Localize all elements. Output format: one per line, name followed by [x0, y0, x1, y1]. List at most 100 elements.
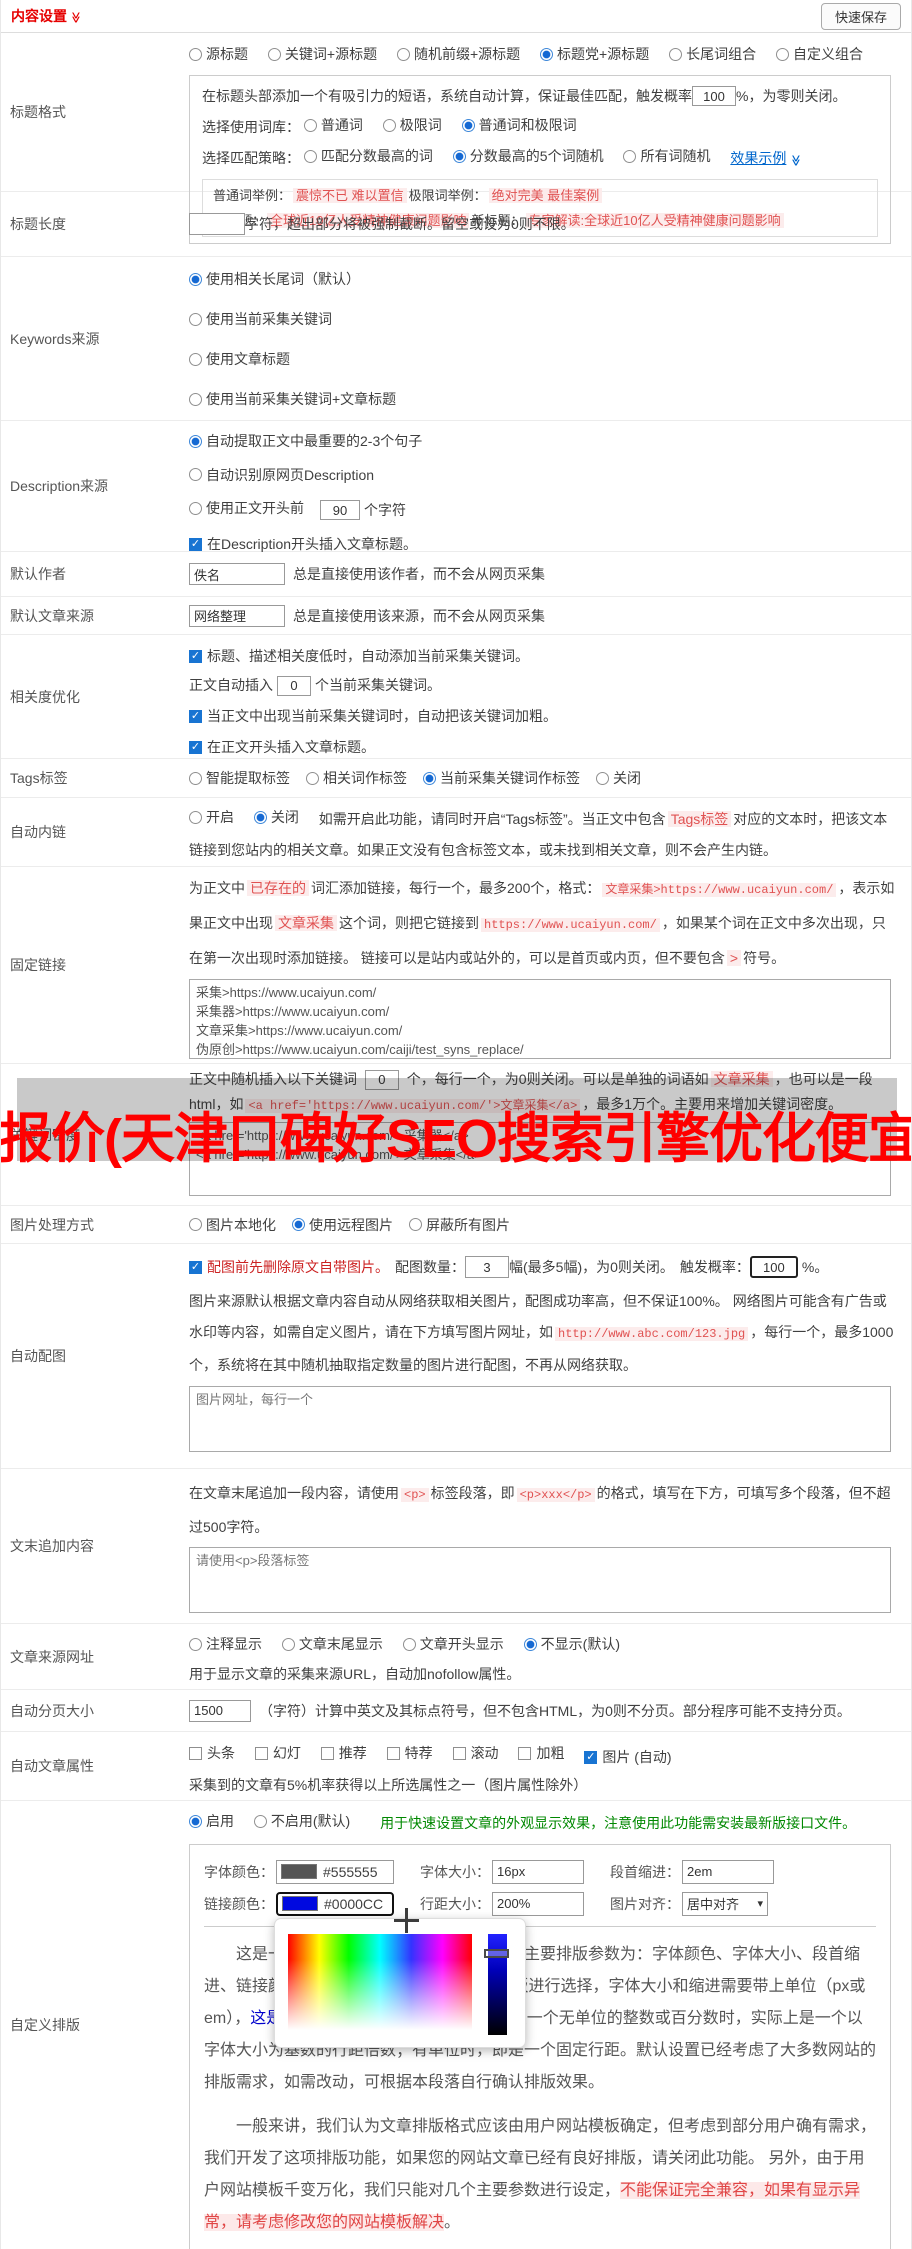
checkbox-recommend[interactable]: 推荐 [320, 1739, 367, 1767]
radio-first-chars[interactable]: 使用正文开头前 [189, 492, 304, 524]
checkbox-label: 图片 (自动) [602, 1749, 672, 1765]
checkbox-bold-keywords[interactable]: 当正文中出现当前采集关键词时，自动把该关键词加粗。 [189, 702, 557, 731]
radio-label: 启用 [206, 1813, 234, 1829]
radio-random-prefix-title[interactable]: 随机前缀+源标题 [396, 39, 520, 69]
radio-related-longtail[interactable]: 使用相关长尾词（默认） [189, 259, 881, 299]
link-color-label: 链接颜色： [204, 1895, 274, 1912]
append-content-textarea[interactable] [189, 1547, 891, 1613]
radio-no-display[interactable]: 不显示(默认) [523, 1630, 620, 1658]
radio-label: 不启用(默认) [270, 1813, 351, 1829]
chevron-down-icon: ≫ [789, 154, 802, 166]
color-picker-popup [274, 1907, 526, 2048]
image-count-input[interactable] [465, 1256, 509, 1278]
radio-innerlink-off[interactable]: 关闭 [253, 802, 299, 833]
checkbox-bold[interactable]: 加粗 [518, 1739, 564, 1767]
radio-keywords-plus-title[interactable]: 使用当前采集关键词+文章标题 [189, 379, 881, 419]
image-align-select[interactable]: 居中对齐 [682, 1891, 768, 1916]
keyword-density-textarea[interactable]: <a href='https://www.ucaiyun.com/'>采集器</… [189, 1122, 891, 1196]
radio-related-tags[interactable]: 相关词作标签 [306, 768, 407, 788]
radio-remote-images[interactable]: 使用远程图片 [292, 1215, 393, 1235]
radio-end-display[interactable]: 文章末尾显示 [281, 1630, 383, 1658]
probability-input[interactable] [692, 86, 736, 106]
radio-label: 文章开头显示 [419, 1636, 504, 1652]
radio-typography-off[interactable]: 不启用(默认) [253, 1808, 351, 1834]
radio-block-images[interactable]: 屏蔽所有图片 [409, 1215, 510, 1235]
radio-normal-and-extreme[interactable]: 普通词和极限词 [461, 111, 577, 140]
radio-localize-images[interactable]: 图片本地化 [189, 1215, 276, 1235]
radio-icon-selected [452, 149, 466, 163]
picker-crosshair-icon[interactable] [394, 1907, 419, 1933]
checkbox-delete-original-images[interactable]: 配图前先删除原文自带图片。 [189, 1254, 389, 1280]
checkbox-slideshow[interactable]: 幻灯 [254, 1739, 301, 1767]
checkbox-auto-add-keywords[interactable]: 标题、描述相关度低时，自动添加当前采集关键词。 [189, 642, 529, 671]
image-prob-suffix: %。 [801, 1259, 829, 1275]
radio-normal-words[interactable]: 普通词 [303, 111, 363, 140]
radio-tags-off[interactable]: 关闭 [596, 768, 641, 788]
row-label: Keywords来源 [10, 330, 100, 347]
radio-longtail-combo[interactable]: 长尾词组合 [669, 39, 756, 69]
density-count-input[interactable] [364, 1069, 399, 1090]
radio-label: 注释显示 [206, 1636, 262, 1652]
row-source-url: 文章来源网址 注释显示 文章末尾显示 文章开头显示 不显示(默认) 用于显示文章… [1, 1624, 911, 1690]
radio-icon [669, 47, 683, 61]
page-title[interactable]: 内容设置 ≫ [11, 6, 82, 26]
indent-input[interactable] [682, 1859, 774, 1884]
default-source-input[interactable] [189, 604, 285, 627]
checkbox-special[interactable]: 特荐 [386, 1739, 433, 1767]
radio-source-title[interactable]: 源标题 [189, 39, 248, 69]
radio-label: 标题党+源标题 [557, 46, 650, 62]
collapse-chevron-icon: ≫ [69, 11, 82, 24]
radio-start-display[interactable]: 文章开头显示 [402, 1630, 504, 1658]
row-label: 图片处理方式 [10, 1216, 94, 1233]
default-author-input[interactable] [189, 563, 285, 585]
radio-typography-on[interactable]: 启用 [189, 1808, 234, 1834]
radio-innerlink-on[interactable]: 开启 [189, 802, 234, 833]
radio-smart-tags[interactable]: 智能提取标签 [189, 768, 290, 788]
auto-image-textarea[interactable] [189, 1386, 891, 1452]
pagination-size-input[interactable] [189, 1699, 251, 1722]
radio-label: 文章末尾显示 [298, 1636, 383, 1652]
line-height-input[interactable] [492, 1891, 584, 1916]
radio-label: 使用当前采集关键词 [206, 311, 332, 327]
font-color-picker[interactable]: #555555 [276, 1859, 394, 1884]
radio-keyword-source-title[interactable]: 关键词+源标题 [267, 39, 377, 69]
checkbox-label-red: 配图前先删除原文自带图片。 [207, 1259, 389, 1275]
radio-original-description[interactable]: 自动识别原网页Description [189, 459, 374, 491]
checkbox-insert-title-body[interactable]: 在正文开头插入文章标题。 [189, 733, 375, 762]
link-color-picker-focused[interactable]: #0000CC [274, 1891, 526, 2048]
row-keywords-source: Keywords来源 使用相关长尾词（默认） 使用当前采集关键词 使用文章标题 … [1, 257, 911, 421]
title-length-input[interactable] [189, 213, 245, 235]
shade-slider[interactable] [484, 1933, 509, 2035]
radio-extreme-words[interactable]: 极限词 [382, 111, 442, 140]
checkbox-icon [386, 1746, 400, 1760]
image-prob-input-focused[interactable] [749, 1256, 798, 1278]
radio-auto-extract[interactable]: 自动提取正文中最重要的2-3个句子 [189, 425, 422, 457]
insert-count-input[interactable] [277, 675, 311, 696]
radio-clickbait-title[interactable]: 标题党+源标题 [540, 39, 649, 69]
radio-current-keywords[interactable]: 使用当前采集关键词 [189, 299, 881, 339]
radio-comment-display[interactable]: 注释显示 [189, 1630, 262, 1658]
checkbox-icon [452, 1746, 466, 1760]
desc-text: 这个词，则把它链接到 [339, 915, 479, 931]
saturation-gradient[interactable] [288, 1933, 472, 2035]
checkbox-scroll[interactable]: 滚动 [452, 1739, 499, 1767]
quick-save-button[interactable]: 快速保存 [820, 2, 901, 30]
demo-link-text: 效果示例 [730, 149, 787, 166]
demo-link[interactable]: 效果示例 ≫ [730, 150, 801, 166]
radio-article-title[interactable]: 使用文章标题 [189, 339, 881, 379]
row-fixed-links: 固定链接 为正文中 已存在的 词汇添加链接，每行一个，最多200个，格式： 文章采集>… [1, 867, 911, 1064]
first-chars-input[interactable] [320, 500, 360, 520]
radio-label: 普通词和极限词 [478, 116, 577, 133]
radio-top5-random[interactable]: 分数最高的5个词随机 [452, 142, 604, 171]
desc-highlight-code: 文章采集>https://www.ucaiyun.com/ [602, 883, 837, 897]
fixed-links-textarea[interactable]: 采集>https://www.ucaiyun.com/ 采集器>https://… [189, 979, 891, 1059]
radio-all-random[interactable]: 所有词随机 [623, 142, 710, 171]
checkbox-label: 滚动 [470, 1745, 499, 1761]
radio-keyword-tags[interactable]: 当前采集关键词作标签 [423, 768, 580, 788]
font-size-input[interactable] [492, 1859, 584, 1884]
radio-highest-score[interactable]: 匹配分数最高的词 [303, 142, 433, 171]
checkbox-headline[interactable]: 头条 [189, 1739, 235, 1767]
radio-custom-combo[interactable]: 自定义组合 [776, 39, 863, 69]
checkbox-image-auto[interactable]: 图片 (自动) [584, 1743, 672, 1771]
slider-handle[interactable] [484, 1948, 509, 1958]
